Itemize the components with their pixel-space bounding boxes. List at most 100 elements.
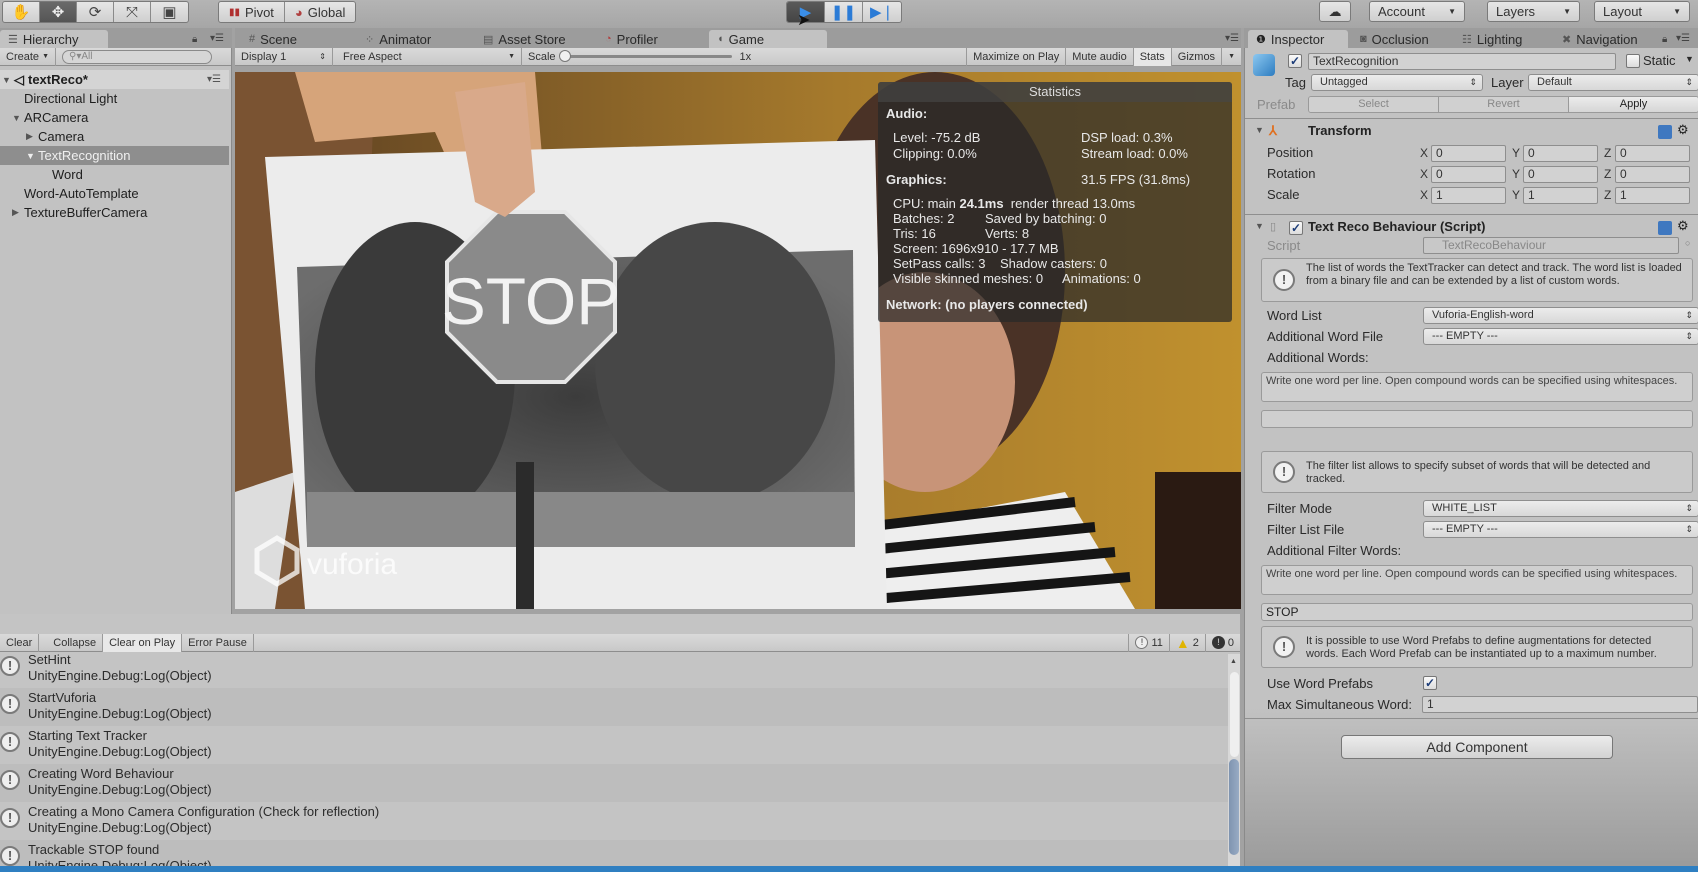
layers-dropdown[interactable]: Layers ▼ [1487, 1, 1580, 22]
account-dropdown[interactable]: Account ▼ [1369, 1, 1465, 22]
static-dropdown-icon[interactable]: ▼ [1685, 54, 1694, 64]
filter-list-file-dropdown[interactable]: --- EMPTY --- ⇕ [1423, 521, 1698, 538]
step-button[interactable]: ▶❘ [863, 2, 901, 22]
scene-menu-icon[interactable]: ▾☰ [207, 74, 221, 85]
hand-tool-button[interactable]: ✋ [3, 2, 40, 22]
warning-count-toggle[interactable]: ▲ 2 [1170, 633, 1206, 652]
scene-row[interactable]: ▼ ◁ textReco* ▾☰ [0, 70, 229, 89]
transform-rotation-z-input[interactable]: 0 [1615, 166, 1690, 183]
console-log-entry[interactable]: ! StartVuforia UnityEngine.Debug:Log(Objec… [0, 688, 1228, 726]
layer-dropdown[interactable]: Default ⇕ [1528, 74, 1698, 91]
tab-profiler[interactable]: ◔ Profiler [597, 30, 666, 48]
hierarchy-item[interactable]: ▼ ARCamera [0, 108, 229, 127]
info-count-toggle[interactable]: ! 11 [1128, 633, 1170, 652]
object-name-input[interactable]: TextRecognition [1308, 53, 1616, 70]
maximize-on-play-toggle[interactable]: Maximize on Play [966, 47, 1067, 66]
display-dropdown[interactable]: Display 1 ⇕ [235, 47, 333, 66]
help-book-icon[interactable] [1658, 221, 1672, 235]
tab-scene[interactable]: # Scene [241, 30, 305, 48]
hierarchy-item[interactable]: ▼ TextRecognition [0, 146, 229, 165]
panel-menu-icon[interactable]: ▾☰ [210, 33, 224, 44]
console-log-entry[interactable]: ! SetHint UnityEngine.Debug:Log(Object) [0, 654, 1228, 688]
pause-button[interactable]: ❚❚ [825, 2, 863, 22]
transform-rotation-x-input[interactable]: 0 [1431, 166, 1506, 183]
tab-hierarchy[interactable]: ☰ Hierarchy [0, 30, 108, 48]
console-clear-on-play-button[interactable]: Clear on Play [103, 633, 183, 652]
expand-arrow-icon[interactable]: ▼ [12, 113, 24, 123]
move-tool-button[interactable]: ✥ [40, 2, 77, 22]
hierarchy-search-input[interactable]: ⚲▾All [62, 49, 213, 64]
tab-inspector[interactable]: ❶ Inspector [1248, 30, 1348, 48]
tag-dropdown[interactable]: Untagged ⇕ [1311, 74, 1483, 91]
transform-position-z-input[interactable]: 0 [1615, 145, 1690, 162]
tab-occlusion[interactable]: ◙ Occlusion [1352, 30, 1437, 48]
hierarchy-item[interactable]: ▶ Camera [0, 127, 229, 146]
prefab-select-button[interactable]: Select [1309, 97, 1439, 112]
add-component-button[interactable]: Add Component [1341, 735, 1613, 759]
console-collapse-button[interactable]: Collapse [47, 633, 104, 652]
scale-slider[interactable] [558, 50, 732, 62]
transform-position-x-input[interactable]: 0 [1431, 145, 1506, 162]
error-count-toggle[interactable]: ! 0 [1206, 634, 1240, 652]
pivot-toggle[interactable]: ▮▮ Pivot [219, 2, 285, 22]
gear-icon[interactable]: ⚙ [1677, 122, 1689, 138]
collapse-arrow-icon[interactable]: ▶ [26, 131, 38, 142]
lock-icon[interactable]: 🔒︎ [192, 34, 197, 45]
additional-words-input[interactable] [1261, 410, 1693, 428]
transform-scale-z-input[interactable]: 1 [1615, 187, 1690, 204]
panel-menu-icon[interactable]: ▾☰ [1676, 33, 1690, 44]
scroll-thumb[interactable] [1229, 759, 1239, 855]
panel-menu-icon[interactable]: ▾☰ [1225, 33, 1239, 44]
transform-position-y-input[interactable]: 0 [1523, 145, 1598, 162]
gizmos-dropdown[interactable]: Gizmos [1172, 47, 1223, 66]
global-toggle[interactable]: ◕ Global [285, 2, 355, 22]
transform-header[interactable]: ▼ ⅄ Transform ⚙ [1245, 122, 1698, 145]
aspect-dropdown[interactable]: Free Aspect ▼ [337, 47, 522, 66]
prefab-apply-button[interactable]: Apply [1569, 97, 1698, 112]
tab-asset-store[interactable]: ▤ Asset Store [475, 30, 574, 48]
console-log-entry[interactable]: ! Creating a Mono Camera Configuration (C… [0, 802, 1228, 840]
layout-dropdown[interactable]: Layout ▼ [1594, 1, 1690, 22]
transform-scale-x-input[interactable]: 1 [1431, 187, 1506, 204]
max-simultaneous-input[interactable]: 1 [1422, 696, 1698, 713]
scroll-up-icon[interactable]: ▲ [1230, 658, 1237, 665]
word-list-dropdown[interactable]: Vuforia-English-word ⇕ [1423, 307, 1698, 324]
tab-navigation[interactable]: ✖ Navigation [1554, 30, 1646, 48]
hierarchy-item[interactable]: Word [0, 165, 229, 184]
stats-toggle[interactable]: Stats [1133, 47, 1172, 66]
console-error-pause-button[interactable]: Error Pause [182, 633, 254, 652]
hierarchy-item[interactable]: Word-AutoTemplate [0, 184, 229, 203]
cloud-button[interactable]: ☁ [1319, 1, 1351, 22]
prefab-revert-button[interactable]: Revert [1439, 97, 1569, 112]
rect-tool-button[interactable]: ▣ [151, 2, 188, 22]
hierarchy-item[interactable]: Directional Light [0, 89, 229, 108]
expand-arrow-icon[interactable]: ▼ [26, 151, 38, 161]
console-log-entry[interactable]: ! Creating Word Behaviour UnityEngine.Debu… [0, 764, 1228, 802]
transform-rotation-y-input[interactable]: 0 [1523, 166, 1598, 183]
additional-word-file-dropdown[interactable]: --- EMPTY --- ⇕ [1423, 328, 1698, 345]
mute-audio-toggle[interactable]: Mute audio [1066, 47, 1134, 66]
console-clear-button[interactable]: Clear [0, 633, 40, 652]
use-word-prefabs-checkbox[interactable]: ✓ [1423, 676, 1437, 690]
component-enabled-checkbox[interactable]: ✓ [1289, 221, 1303, 235]
tab-game[interactable]: ◖ Game [709, 30, 827, 48]
rotate-tool-button[interactable]: ⟳ [77, 2, 114, 22]
scale-tool-button[interactable]: ⤧ [114, 2, 151, 22]
filter-mode-dropdown[interactable]: WHITE_LIST ⇕ [1423, 500, 1698, 517]
help-book-icon[interactable] [1658, 125, 1672, 139]
collapse-arrow-icon[interactable]: ▶ [12, 207, 24, 218]
static-checkbox[interactable] [1626, 54, 1640, 68]
active-checkbox[interactable]: ✓ [1288, 54, 1302, 68]
additional-filter-words-input[interactable]: STOP [1261, 603, 1693, 621]
transform-scale-y-input[interactable]: 1 [1523, 187, 1598, 204]
gear-icon[interactable]: ⚙ [1677, 218, 1689, 234]
console-scrollbar[interactable]: ▲ [1228, 654, 1240, 872]
tab-lighting[interactable]: ☷ Lighting [1454, 30, 1530, 48]
slider-thumb[interactable] [558, 50, 571, 62]
tab-animator[interactable]: ⁘ Animator [357, 30, 439, 48]
lock-icon[interactable]: 🔒︎ [1662, 34, 1667, 45]
gizmos-caret-icon[interactable]: ▼ [1222, 48, 1241, 66]
create-dropdown[interactable]: Create ▼ [0, 47, 57, 66]
object-picker-icon[interactable]: ○ [1685, 238, 1690, 248]
hierarchy-item[interactable]: ▶ TextureBufferCamera [0, 203, 229, 222]
